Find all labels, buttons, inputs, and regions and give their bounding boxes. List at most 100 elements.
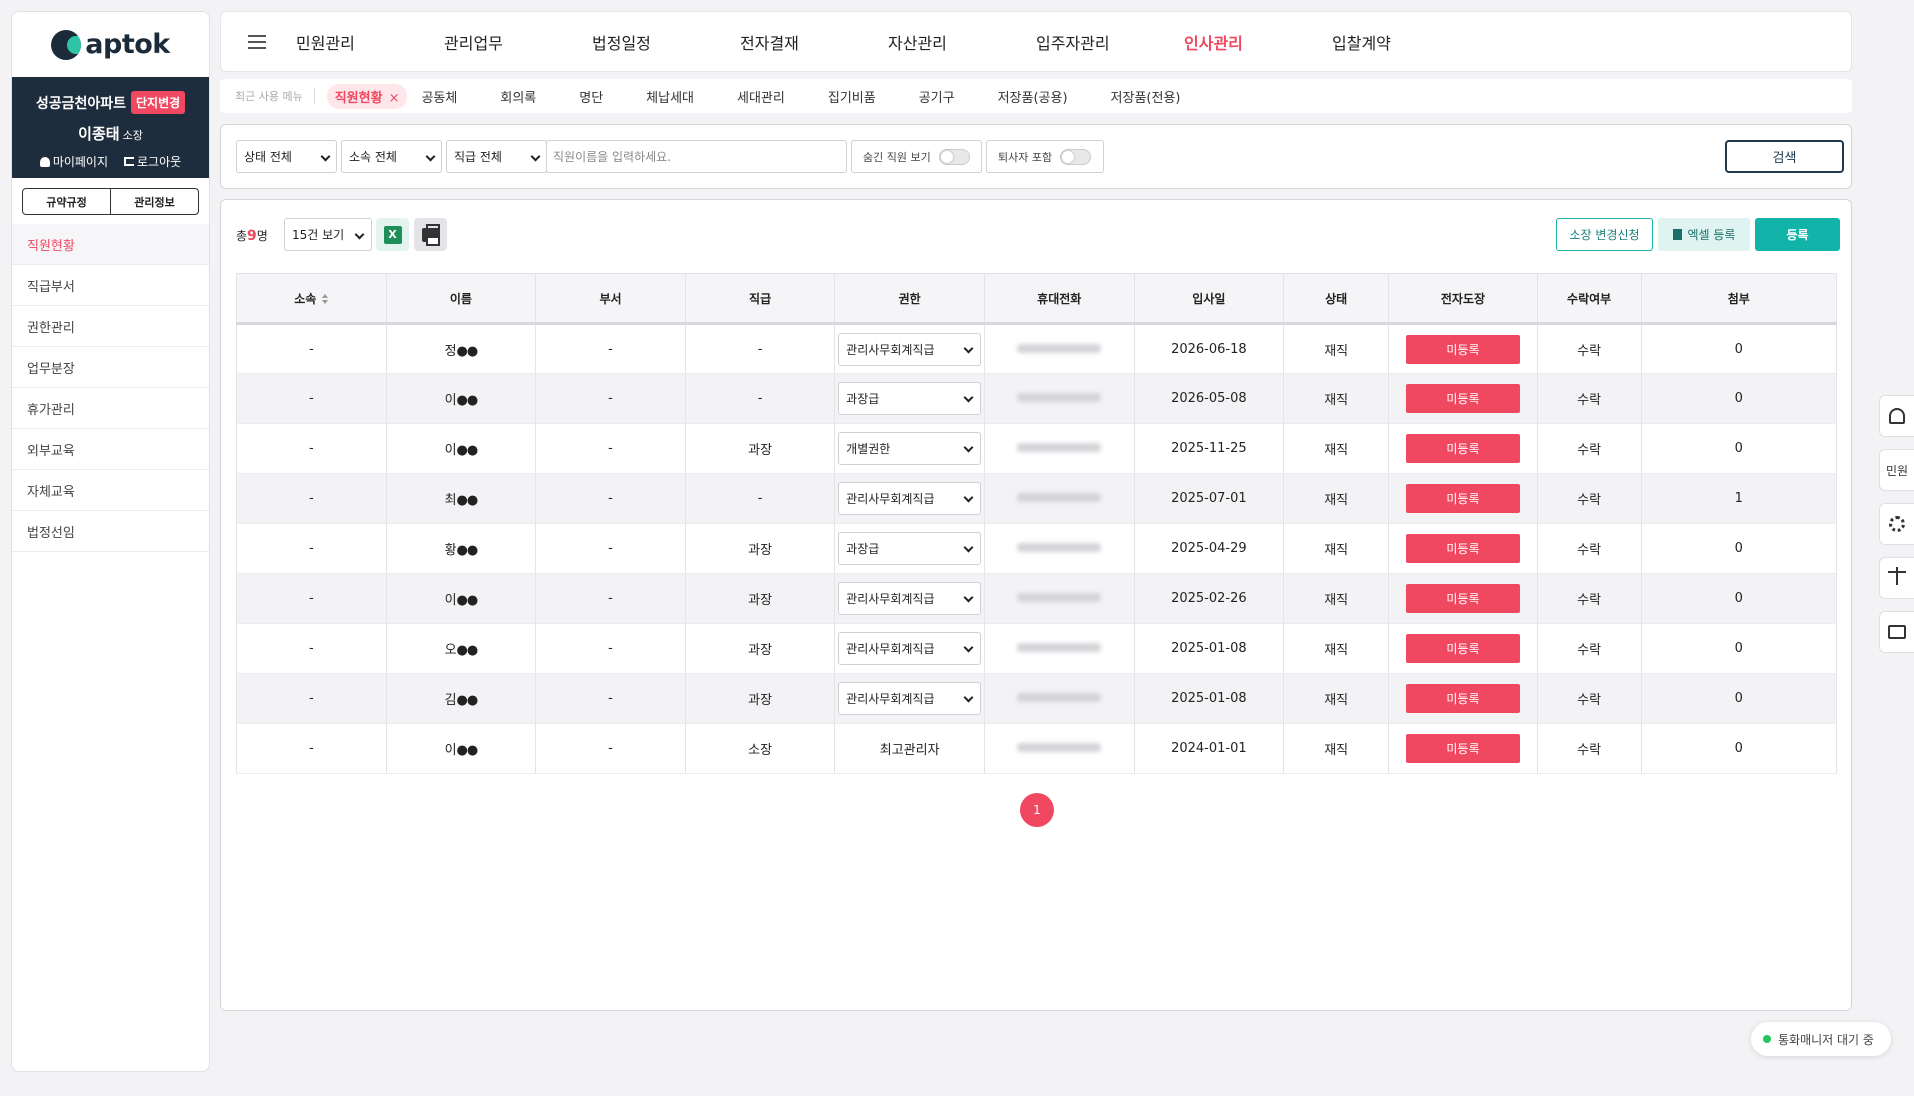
nav-item-active[interactable]: 인사관리	[1184, 30, 1332, 54]
cell-name[interactable]: 정●●	[386, 323, 537, 374]
logout-link[interactable]: 로그아웃	[124, 153, 181, 170]
side-tab-info[interactable]: 관리정보	[111, 189, 198, 214]
seal-unregistered-button[interactable]: 미등록	[1405, 384, 1520, 413]
recent-tab[interactable]: 저장품(공용)	[998, 87, 1068, 106]
retired-include-toggle[interactable]: 퇴사자 포함	[986, 140, 1104, 173]
cell-attachment[interactable]: 0	[1641, 373, 1838, 424]
employee-name-input[interactable]	[546, 140, 847, 173]
cell-name[interactable]: 이●●	[386, 423, 537, 474]
side-menu-item[interactable]: 자체교육	[12, 470, 209, 511]
authority-select[interactable]: 관리사무회계직급	[838, 632, 982, 665]
cell-attachment[interactable]: 0	[1641, 423, 1838, 474]
side-menu-item[interactable]: 업무분장	[12, 347, 209, 388]
logout-icon	[124, 157, 135, 166]
toggle-switch[interactable]	[1060, 148, 1092, 165]
call-manager-status[interactable]: 통화매니저 대기 중	[1751, 1022, 1891, 1056]
cell-name[interactable]: 이●●	[386, 573, 537, 624]
side-menu-item[interactable]: 직급부서	[12, 265, 209, 306]
authority-select[interactable]: 과장급	[838, 532, 982, 565]
nav-item[interactable]: 관리업무	[444, 30, 592, 54]
cell-name[interactable]: 이●●	[386, 723, 537, 774]
status-select[interactable]: 상태 전체	[236, 140, 337, 173]
settings-button[interactable]	[1879, 503, 1914, 545]
recent-tab-active[interactable]: 직원현황 ×	[326, 83, 408, 109]
legal-button[interactable]	[1879, 557, 1914, 599]
nav-item[interactable]: 입찰계약	[1332, 30, 1480, 54]
excel-download-button[interactable]: X	[376, 218, 409, 251]
side-menu-item[interactable]: 휴가관리	[12, 388, 209, 429]
authority-select[interactable]: 관리사무회계직급	[838, 332, 982, 366]
col-affiliation[interactable]: 소속	[236, 273, 387, 325]
seal-unregistered-button[interactable]: 미등록	[1405, 684, 1520, 713]
cell-name[interactable]: 오●●	[386, 623, 537, 674]
cell-name[interactable]: 이●●	[386, 373, 537, 424]
pagination-page[interactable]: 1	[1020, 793, 1054, 827]
nav-item[interactable]: 입주자관리	[1036, 30, 1184, 54]
recent-tab[interactable]: 명단	[579, 87, 603, 106]
authority-select[interactable]: 관리사무회계직급	[838, 582, 982, 615]
recent-tab[interactable]: 체납세대	[646, 87, 694, 106]
seal-unregistered-button[interactable]: 미등록	[1405, 434, 1520, 463]
cell-attachment[interactable]: 0	[1641, 623, 1838, 674]
change-complex-button[interactable]: 단지변경	[131, 91, 186, 114]
cell-name[interactable]: 김●●	[386, 673, 537, 724]
cell-status: 재직	[1283, 623, 1390, 674]
nav-item[interactable]: 자산관리	[888, 30, 1036, 54]
nav-item[interactable]: 민원관리	[296, 30, 444, 54]
seal-unregistered-button[interactable]: 미등록	[1405, 534, 1520, 563]
cell-status: 재직	[1283, 423, 1390, 474]
sort-icon[interactable]	[322, 294, 328, 304]
authority-select[interactable]: 관리사무회계직급	[838, 482, 982, 515]
cell-attachment[interactable]: 0	[1641, 673, 1838, 724]
cell-attachment[interactable]: 0	[1641, 723, 1838, 774]
search-button[interactable]: 검색	[1725, 140, 1844, 173]
recent-tab[interactable]: 공동체	[421, 87, 457, 106]
recent-tab[interactable]: 세대관리	[737, 87, 785, 106]
cell-attachment[interactable]: 0	[1641, 523, 1838, 574]
authority-select[interactable]: 관리사무회계직급	[838, 682, 982, 715]
cell-status: 재직	[1283, 723, 1390, 774]
page-size-select[interactable]: 15건 보기	[284, 218, 372, 251]
cell-attachment[interactable]: 0	[1641, 323, 1838, 374]
cell-name[interactable]: 황●●	[386, 523, 537, 574]
print-button[interactable]	[414, 218, 447, 251]
chevron-down-icon	[963, 692, 974, 703]
side-tab-rules[interactable]: 규약규정	[23, 189, 111, 214]
nav-item[interactable]: 전자결재	[740, 30, 888, 54]
side-menu-item[interactable]: 외부교육	[12, 429, 209, 470]
table-row: - 김●● - 과장 관리사무회계직급 2025-01-08 재직 미등록 수락…	[236, 673, 1838, 724]
hamburger-menu-icon[interactable]	[248, 34, 266, 49]
register-button[interactable]: 등록	[1755, 218, 1840, 251]
seal-unregistered-button[interactable]: 미등록	[1405, 584, 1520, 613]
complaint-button[interactable]: 민원	[1879, 449, 1914, 491]
side-menu-item[interactable]: 법정선임	[12, 511, 209, 552]
logo[interactable]: aptok	[12, 12, 209, 77]
position-select[interactable]: 직급 전체	[446, 140, 547, 173]
cell-attachment[interactable]: 1	[1641, 473, 1838, 524]
mypage-link[interactable]: 마이페이지	[39, 153, 108, 170]
recent-tab[interactable]: 저장품(전용)	[1111, 87, 1181, 106]
excel-register-button[interactable]: 엑셀 등록	[1658, 218, 1750, 251]
seal-unregistered-button[interactable]: 미등록	[1405, 634, 1520, 663]
side-menu-item[interactable]: 권한관리	[12, 306, 209, 347]
recent-tab[interactable]: 공기구	[919, 87, 955, 106]
seal-unregistered-button[interactable]: 미등록	[1405, 334, 1520, 364]
seal-unregistered-button[interactable]: 미등록	[1405, 484, 1520, 513]
notification-button[interactable]	[1879, 395, 1914, 437]
remote-support-button[interactable]	[1879, 611, 1914, 653]
recent-tab[interactable]: 회의록	[500, 87, 536, 106]
cell-name[interactable]: 최●●	[386, 473, 537, 524]
affiliation-select[interactable]: 소속 전체	[341, 140, 442, 173]
cell-authority: 관리사무회계직급	[834, 573, 985, 624]
side-menu-item[interactable]: 직원현황	[12, 224, 209, 265]
hidden-employee-toggle[interactable]: 숨긴 직원 보기	[851, 140, 982, 173]
manager-change-request-button[interactable]: 소장 변경신청	[1556, 218, 1653, 251]
cell-attachment[interactable]: 0	[1641, 573, 1838, 624]
nav-item[interactable]: 법정일정	[592, 30, 740, 54]
toggle-switch[interactable]	[938, 148, 970, 165]
authority-select[interactable]: 개별권한	[838, 432, 982, 465]
close-icon[interactable]: ×	[389, 91, 400, 106]
seal-unregistered-button[interactable]: 미등록	[1405, 734, 1520, 763]
recent-tab[interactable]: 집기비품	[828, 87, 876, 106]
authority-select[interactable]: 과장급	[838, 382, 982, 415]
